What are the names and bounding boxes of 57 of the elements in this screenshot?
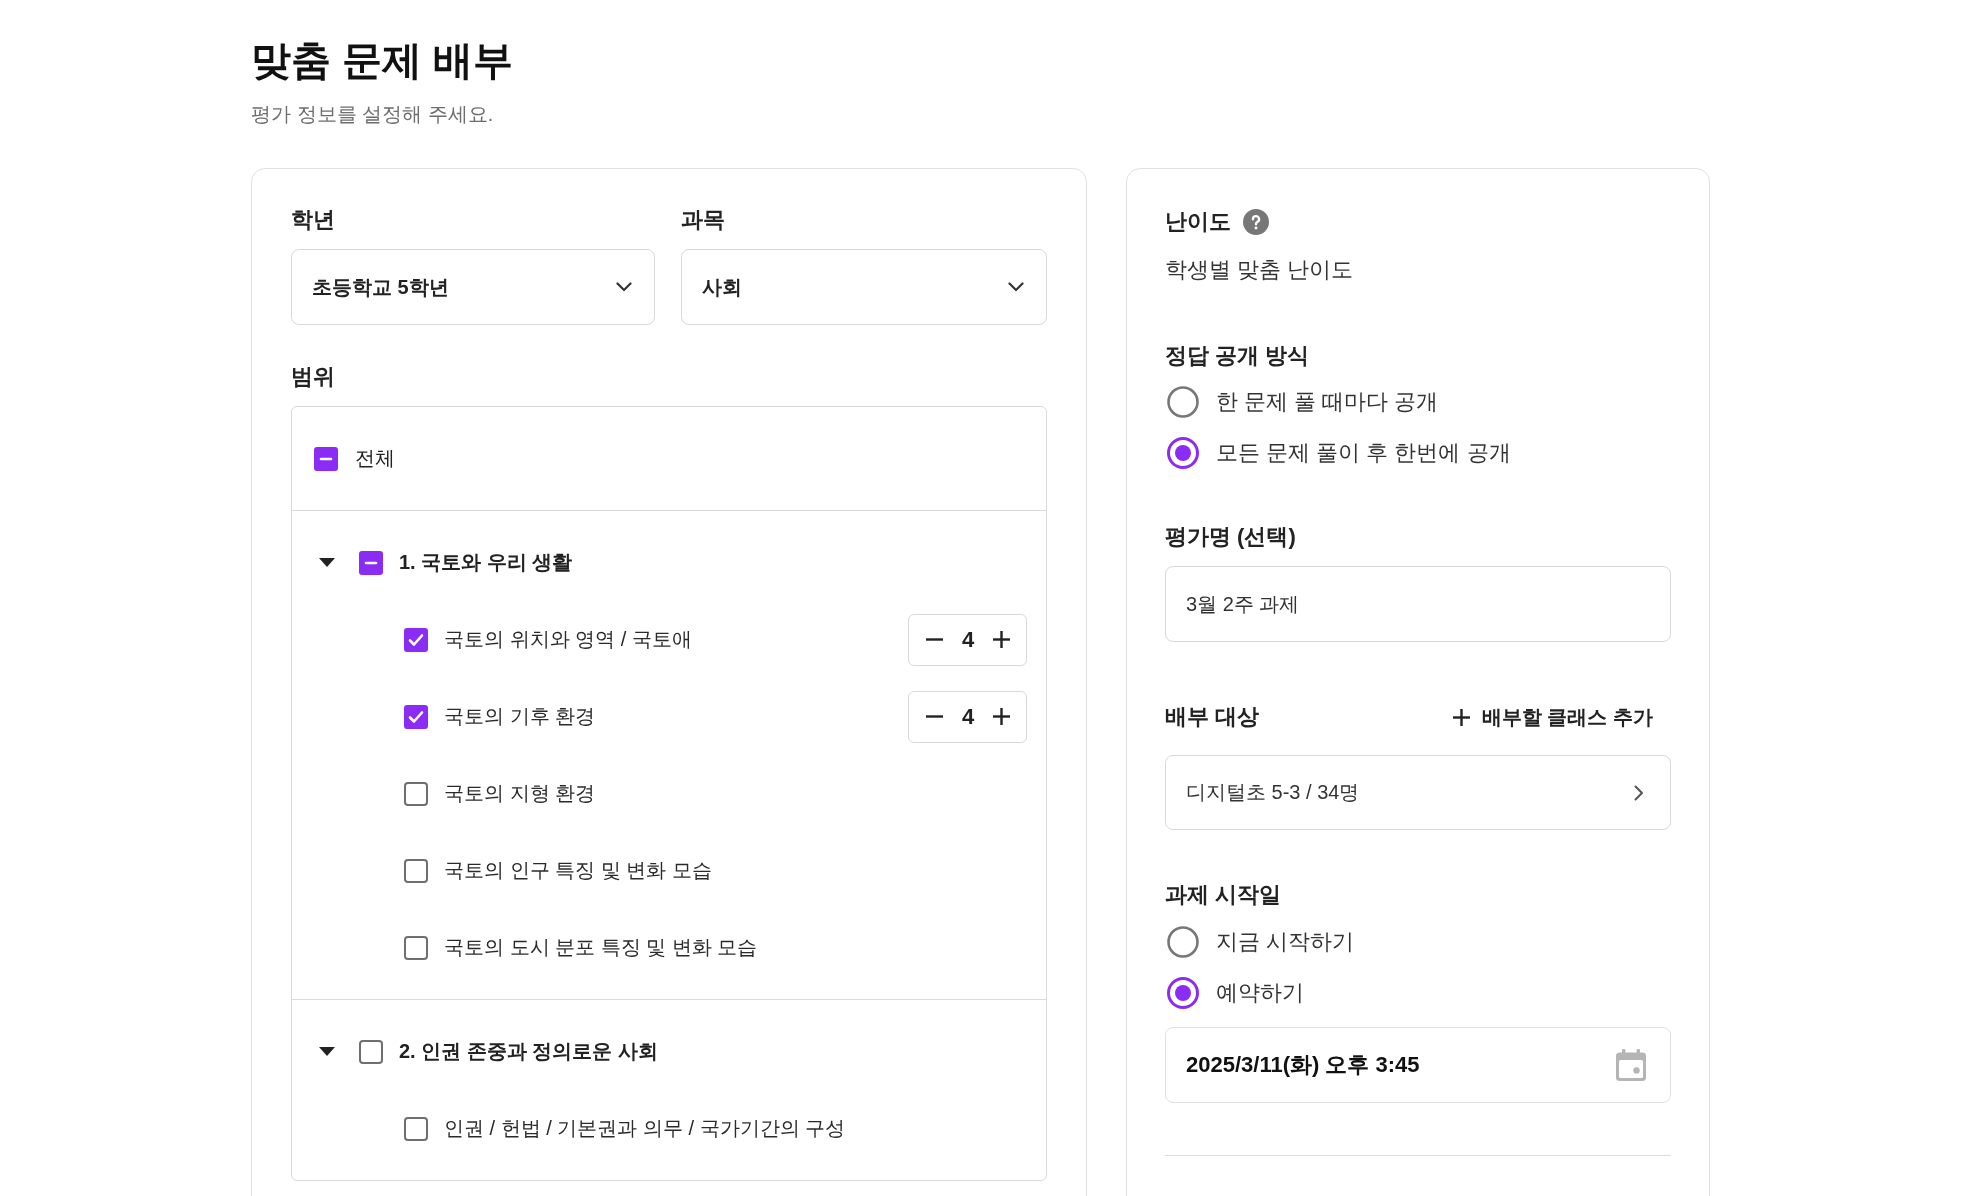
chevron-down-icon [1008,282,1024,292]
difficulty-value: 학생별 맞춤 난이도 [1165,256,1355,284]
unit-label: 1. 국토와 우리 생활 [399,550,573,575]
plus-icon [1452,708,1470,726]
checkbox[interactable] [404,627,428,652]
radio-label: 한 문제 풀 때마다 공개 [1216,388,1439,416]
page-title: 맞춤 문제 배부 [251,37,515,84]
field-label: 학년 [291,206,336,234]
unit-label: 2. 인권 존중과 정의로운 사회 [399,1039,658,1064]
section-label: 과제 시작일 [1165,881,1283,909]
help-icon[interactable] [1243,209,1269,235]
radio-button[interactable] [1167,437,1199,469]
topic-label: 국토의 지형 환경 [444,781,597,806]
section-label: 평가명 (선택) [1165,523,1297,551]
checkbox[interactable] [404,1116,428,1141]
radio-label: 모든 문제 풀이 후 한번에 공개 [1216,439,1511,467]
grade-select[interactable]: 초등학교 5학년 [291,249,655,325]
topic-label: 인권 / 헌법 / 기본권과 의무 / 국가기간의 구성 [444,1116,847,1141]
checkbox[interactable] [404,858,428,883]
checkbox[interactable] [404,704,428,729]
radio-label: 지금 시작하기 [1216,928,1355,956]
checkbox[interactable] [404,935,428,960]
radio-button[interactable] [1167,386,1199,418]
class-select[interactable]: 디지털초 5-3 / 34명 [1165,755,1671,830]
topic-label: 국토의 인구 특징 및 변화 모습 [444,858,713,883]
topic-label: 국토의 위치와 영역 / 국토애 [444,627,693,652]
plus-icon[interactable] [993,631,1010,648]
radio-button[interactable] [1167,977,1199,1009]
topic-label: 국토의 기후 환경 [444,704,597,729]
assessment-name-input[interactable]: 3월 2주 과제 [1165,566,1671,642]
section-label: 난이도 [1165,208,1231,236]
add-class-button[interactable]: 배부할 클래스 추가 [1452,703,1653,731]
field-label: 범위 [291,363,336,391]
chevron-right-icon [1634,784,1644,801]
checkbox[interactable] [314,446,338,471]
checkbox[interactable] [404,781,428,806]
radio-button[interactable] [1167,926,1199,958]
field-label: 과목 [681,206,726,234]
subject-select[interactable]: 사회 [681,249,1047,325]
minus-icon[interactable] [926,638,943,641]
page-subtitle: 평가 정보를 설정해 주세요. [251,102,495,127]
datetime-field[interactable]: 2025/3/11(화) 오후 3:45 [1165,1027,1671,1103]
tree-item-label: 전체 [355,446,395,471]
minus-icon[interactable] [926,715,943,718]
radio-label: 예약하기 [1216,979,1304,1007]
section-label: 배부 대상 [1165,703,1260,731]
plus-icon[interactable] [993,708,1010,725]
checkbox[interactable] [359,550,383,575]
chevron-down-icon [616,282,632,292]
calendar-icon [1616,1049,1646,1081]
checkbox[interactable] [359,1039,383,1064]
caret-down-icon[interactable] [319,558,335,567]
stepper-value: 4 [961,703,975,730]
caret-down-icon[interactable] [319,1047,335,1056]
stepper-value: 4 [961,626,975,653]
section-label: 정답 공개 방식 [1165,342,1311,370]
topic-label: 국토의 도시 분포 특징 및 변화 모습 [444,935,759,960]
